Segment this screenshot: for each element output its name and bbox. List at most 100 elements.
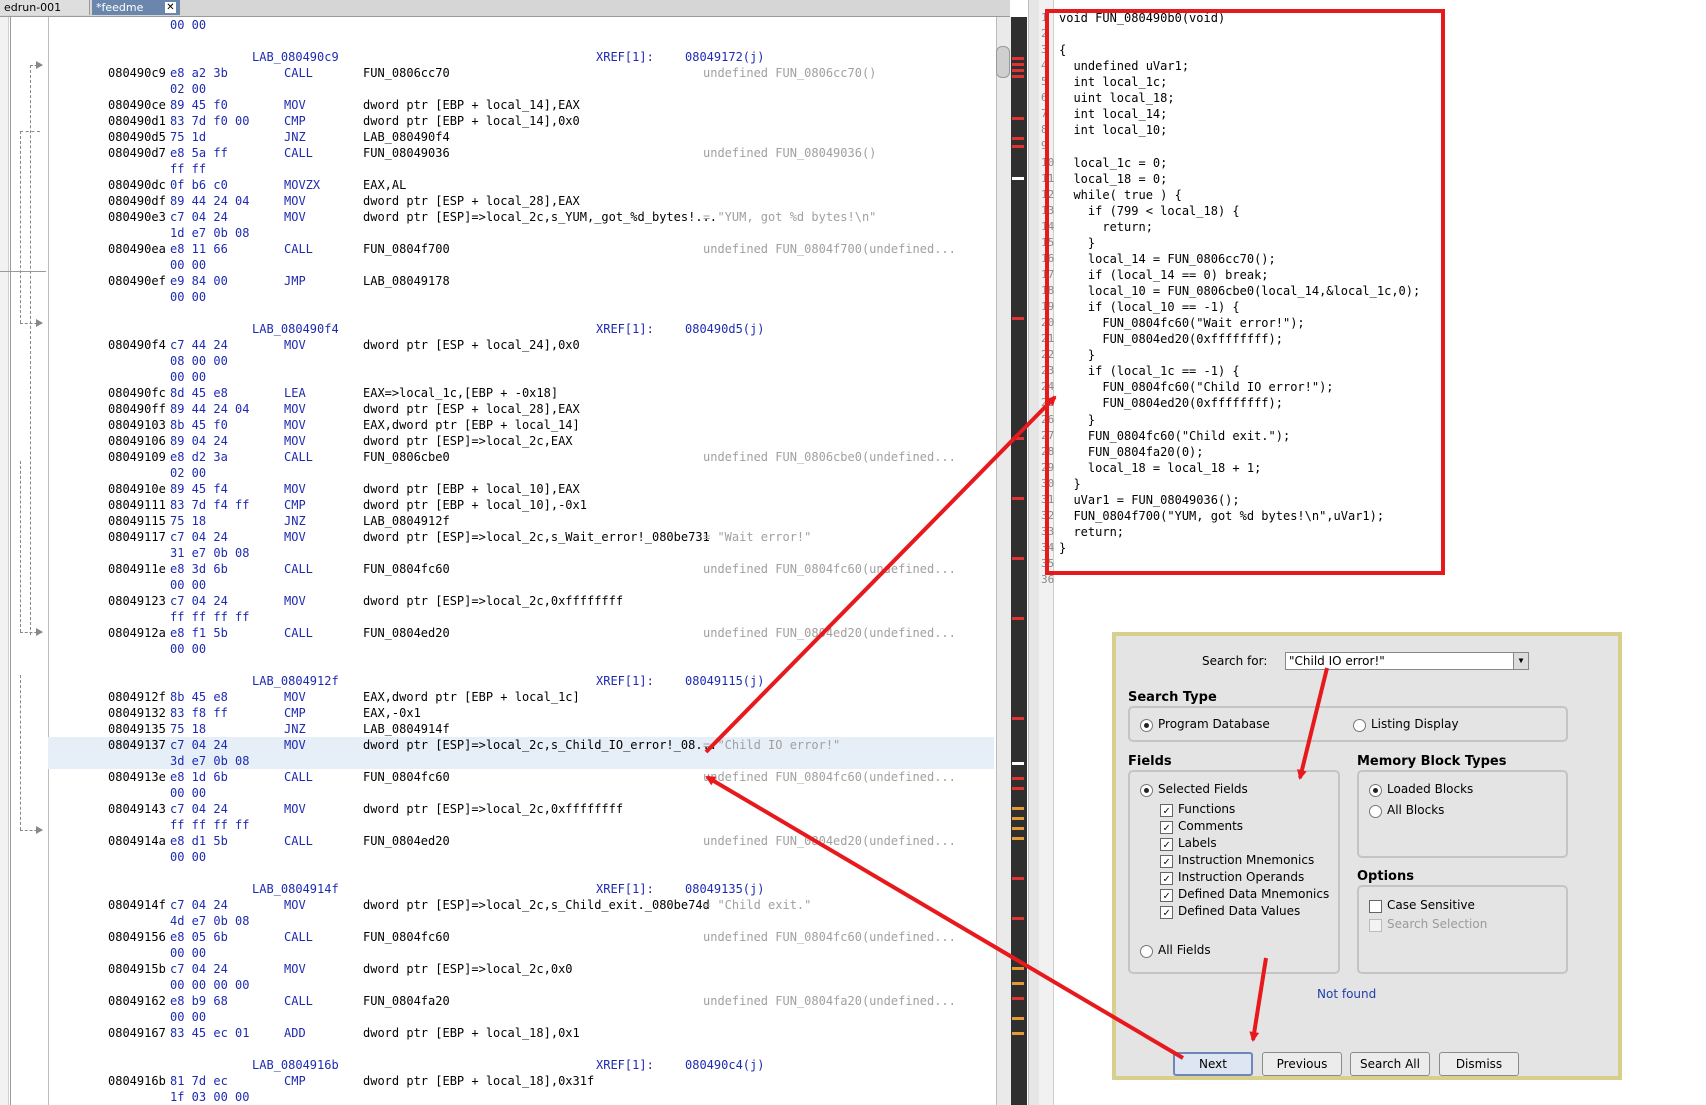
bytes-continuation-row: 00 00 (48, 369, 994, 385)
listing-display-radio[interactable] (1353, 719, 1366, 732)
overview-marker[interactable] (1012, 497, 1024, 500)
instruction-row[interactable]: 0804911e e8 3d 6b CALL FUN_0804fc60 undefine… (48, 561, 994, 577)
instruction-row[interactable]: 0804910e 89 45 f4 MOV dword ptr [EBP + loca… (48, 481, 994, 497)
instruction-row[interactable]: 080490fc 8d 45 e8 LEA EAX=>local_1c,[EBP + … (48, 385, 994, 401)
overview-marker[interactable] (1012, 997, 1024, 1000)
field-checkbox[interactable]: ✓ (1160, 906, 1173, 919)
tab-speedrun[interactable]: edrun-001 (0, 0, 90, 15)
instruction-row[interactable]: 08049103 8b 45 f0 MOV EAX,dword ptr [EBP + … (48, 417, 994, 433)
overview-marker[interactable] (1012, 787, 1024, 790)
field-checkbox[interactable]: ✓ (1160, 855, 1173, 868)
label-row[interactable]: LAB_080490f4 XREF[1]: 080490d5(j) (48, 321, 994, 337)
instruction-row[interactable]: 08049117 c7 04 24 MOV dword ptr [ESP]=>loca… (48, 529, 994, 545)
overview-marker[interactable] (1012, 967, 1024, 970)
instruction-row[interactable]: 080490dc 0f b6 c0 MOVZX EAX,AL (48, 177, 994, 193)
instruction-row[interactable]: 08049135 75 18 JNZ LAB_0804914f (48, 721, 994, 737)
case-sensitive-checkbox[interactable] (1369, 900, 1382, 913)
tab-feedme[interactable]: *feedme ✕ (92, 0, 180, 15)
instruction-row[interactable]: 080490d7 e8 5a ff CALL FUN_08049036 undefine… (48, 145, 994, 161)
operands: EAX,dword ptr [EBP + local_1c] (363, 690, 580, 704)
overview-marker[interactable] (1012, 717, 1024, 720)
previous-button[interactable]: Previous (1262, 1052, 1342, 1076)
listing-scrollbar[interactable] (996, 17, 1011, 1105)
instruction-row[interactable]: 080490ff 89 44 24 04 MOV dword ptr [ESP + l… (48, 401, 994, 417)
field-checkbox[interactable]: ✓ (1160, 872, 1173, 885)
address: 08049106 (108, 434, 166, 448)
label-row[interactable]: LAB_0804914f XREF[1]: 08049135(j) (48, 881, 994, 897)
overview-marker[interactable] (1012, 69, 1024, 72)
overview-marker[interactable] (1012, 917, 1024, 920)
instruction-row[interactable]: 080490c9 e8 a2 3b CALL FUN_0806cc70 undefine… (48, 65, 994, 81)
label-row[interactable]: LAB_080490c9 XREF[1]: 08049172(j) (48, 49, 994, 65)
address: 08049103 (108, 418, 166, 432)
listing-overview-bar[interactable] (1011, 17, 1027, 1105)
overview-marker[interactable] (1012, 177, 1024, 180)
instruction-row[interactable]: 0804913e e8 1d 6b CALL FUN_0804fc60 undefine… (48, 769, 994, 785)
instruction-row[interactable]: 08049123 c7 04 24 MOV dword ptr [ESP]=>loca… (48, 593, 994, 609)
selected-fields-radio[interactable] (1140, 784, 1153, 797)
close-icon[interactable]: ✕ (165, 2, 176, 13)
instruction-row[interactable]: 080490ce 89 45 f0 MOV dword ptr [EBP + loca… (48, 97, 994, 113)
program-database-radio[interactable] (1140, 719, 1153, 732)
overview-marker[interactable] (1012, 817, 1024, 820)
overview-marker[interactable] (1012, 762, 1024, 765)
listing-scrollbar-thumb[interactable] (996, 46, 1010, 78)
instruction-row[interactable]: 08049106 89 04 24 MOV dword ptr [ESP]=>loca… (48, 433, 994, 449)
label-row[interactable]: LAB_0804912f XREF[1]: 08049115(j) (48, 673, 994, 689)
all-fields-radio[interactable] (1140, 945, 1153, 958)
instruction-row[interactable]: 0804912f 8b 45 e8 MOV EAX,dword ptr [EBP + … (48, 689, 994, 705)
field-checkbox[interactable]: ✓ (1160, 821, 1173, 834)
instruction-row[interactable]: 08049143 c7 04 24 MOV dword ptr [ESP]=>loca… (48, 801, 994, 817)
instruction-row[interactable]: 0804916b 81 7d ec CMP dword ptr [EBP + loca… (48, 1073, 994, 1089)
instruction-bytes: e8 1d 6b (170, 770, 228, 784)
overview-marker[interactable] (1012, 807, 1024, 810)
instruction-row[interactable]: 08049115 75 18 JNZ LAB_0804912f (48, 513, 994, 529)
instruction-row[interactable]: 08049156 e8 05 6b CALL FUN_0804fc60 undefine… (48, 929, 994, 945)
overview-marker[interactable] (1012, 1032, 1024, 1035)
overview-marker[interactable] (1012, 117, 1024, 120)
instruction-row[interactable]: 080490e3 c7 04 24 MOV dword ptr [ESP]=>loca… (48, 209, 994, 225)
field-checkbox[interactable]: ✓ (1160, 804, 1173, 817)
label-row[interactable]: LAB_0804916b XREF[1]: 080490c4(j) (48, 1057, 994, 1073)
field-checkbox[interactable]: ✓ (1160, 838, 1173, 851)
overview-marker[interactable] (1012, 557, 1024, 560)
overview-marker[interactable] (1012, 57, 1024, 60)
instruction-row[interactable]: 080490f4 c7 44 24 MOV dword ptr [ESP + loca… (48, 337, 994, 353)
instruction-row[interactable]: 080490ea e8 11 66 CALL FUN_0804f700 undefine… (48, 241, 994, 257)
overview-marker[interactable] (1012, 617, 1024, 620)
loaded-blocks-radio[interactable] (1369, 784, 1382, 797)
overview-marker[interactable] (1012, 317, 1024, 320)
overview-marker[interactable] (1012, 777, 1024, 780)
next-button[interactable]: Next (1173, 1052, 1253, 1076)
overview-marker[interactable] (1012, 75, 1024, 78)
overview-marker[interactable] (1012, 63, 1024, 66)
instruction-row[interactable]: 08049167 83 45 ec 01 ADD dword ptr [EBP + l… (48, 1025, 994, 1041)
instruction-row[interactable]: 0804914f c7 04 24 MOV dword ptr [ESP]=>loca… (48, 897, 994, 913)
all-blocks-radio[interactable] (1369, 805, 1382, 818)
overview-marker[interactable] (1012, 827, 1024, 830)
instruction-row[interactable]: 0804912a e8 f1 5b CALL FUN_0804ed20 undefine… (48, 625, 994, 641)
instruction-row[interactable]: 080490ef e9 84 00 JMP LAB_08049178 (48, 273, 994, 289)
overview-marker[interactable] (1012, 837, 1024, 840)
overview-marker[interactable] (1012, 137, 1024, 140)
field-checkbox[interactable]: ✓ (1160, 889, 1173, 902)
chevron-down-icon[interactable]: ▼ (1513, 653, 1528, 669)
instruction-row[interactable]: 08049111 83 7d f4 ff CMP dword ptr [EBP + l… (48, 497, 994, 513)
search-input[interactable]: "Child IO error!" ▼ (1285, 652, 1529, 670)
instruction-row[interactable]: 0804915b c7 04 24 MOV dword ptr [ESP]=>loca… (48, 961, 994, 977)
overview-marker[interactable] (1012, 437, 1024, 440)
instruction-row[interactable]: 080490d1 83 7d f0 00 CMP dword ptr [EBP + l… (48, 113, 994, 129)
listing-panel[interactable]: 00 00 LAB_080490c9 XREF[1]: 08049172(j) 0804… (0, 17, 1002, 1105)
overview-marker[interactable] (1012, 1017, 1024, 1020)
overview-marker[interactable] (1012, 877, 1024, 880)
instruction-row[interactable]: 08049109 e8 d2 3a CALL FUN_0806cbe0 undefine… (48, 449, 994, 465)
instruction-row[interactable]: 08049132 83 f8 ff CMP EAX,-0x1 (48, 705, 994, 721)
overview-marker[interactable] (1012, 982, 1024, 985)
overview-marker[interactable] (1012, 145, 1024, 148)
dismiss-button[interactable]: Dismiss (1439, 1052, 1519, 1076)
instruction-row[interactable]: 0804914a e8 d1 5b CALL FUN_0804ed20 undefine… (48, 833, 994, 849)
instruction-row[interactable]: 080490df 89 44 24 04 MOV dword ptr [ESP + l… (48, 193, 994, 209)
instruction-row[interactable]: 080490d5 75 1d JNZ LAB_080490f4 (48, 129, 994, 145)
search-all-button[interactable]: Search All (1350, 1052, 1430, 1076)
instruction-row[interactable]: 08049162 e8 b9 68 CALL FUN_0804fa20 undefine… (48, 993, 994, 1009)
